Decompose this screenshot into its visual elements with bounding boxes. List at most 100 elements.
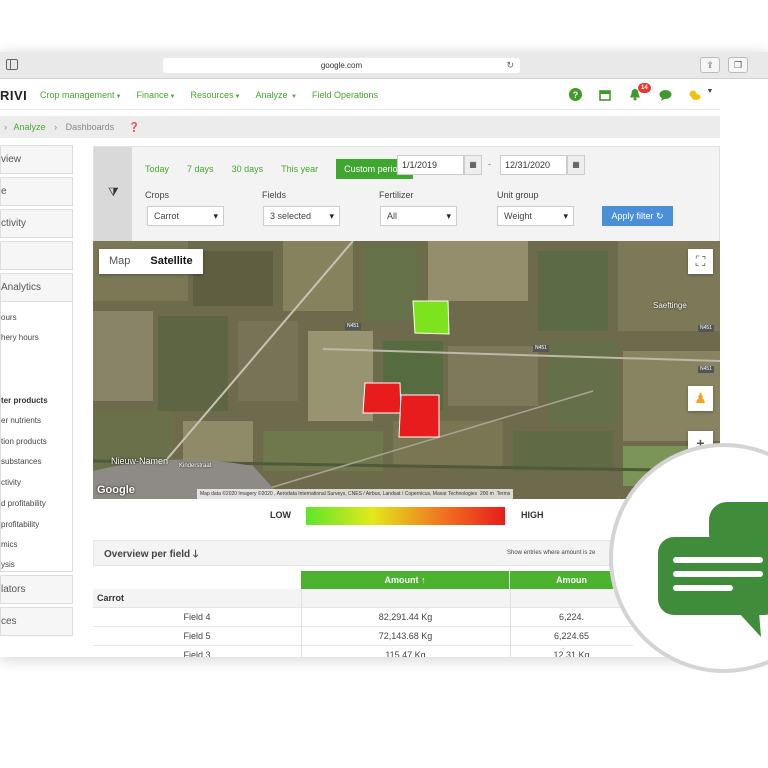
tabs-icon[interactable]: ❐ <box>728 57 748 73</box>
submenu-item[interactable]: ours <box>1 313 17 322</box>
screenshot-stage: google.com ↻ ⇪ ❐ RIVI Crop management▼ Fi… <box>0 0 768 768</box>
sidebar: view e ctivity Analytics ours hery hours… <box>0 145 73 639</box>
breadcrumb-sep-icon: › <box>54 122 58 132</box>
sidebar-toggle-icon[interactable] <box>6 59 18 70</box>
sidebar-item-e[interactable]: e <box>0 177 73 206</box>
help-icon[interactable]: ? <box>568 88 582 102</box>
submenu-item[interactable]: er nutrients <box>1 416 41 425</box>
road-label: N451 <box>698 325 714 332</box>
place-label: Nieuw-Namen <box>111 456 169 466</box>
brand-logo[interactable]: RIVI <box>0 88 27 103</box>
caret-down-icon: ▼ <box>291 94 297 100</box>
submenu-item[interactable]: mics <box>1 540 17 549</box>
submenu-item[interactable]: substances <box>1 457 41 466</box>
map-terms[interactable]: Terms <box>497 491 511 497</box>
overview-title[interactable]: Overview per field 🡓 <box>104 547 198 564</box>
caret-down-icon: ▼ <box>115 94 122 100</box>
submenu-heading: ter products <box>1 396 48 405</box>
fertilizer-label: Fertilizer <box>379 190 414 200</box>
submenu-item[interactable]: d profitability <box>1 499 46 508</box>
menu-crop-management[interactable]: Crop management▼ <box>40 90 122 100</box>
caret-down-icon: ▼ <box>234 94 241 100</box>
reload-icon[interactable]: ↻ <box>506 58 514 73</box>
sidebar-item-resources[interactable]: ces <box>0 607 73 636</box>
field-low-polygon <box>412 300 450 335</box>
crops-select[interactable]: Carrot <box>147 206 224 226</box>
date-30-days[interactable]: 30 days <box>232 164 264 174</box>
table-group-row: Carrot <box>93 589 633 608</box>
fields-label: Fields <box>262 190 287 200</box>
menu-resources[interactable]: Resources▼ <box>190 90 240 100</box>
field-high-polygon <box>398 394 440 438</box>
breadcrumb-analyze[interactable]: Analyze <box>14 122 46 132</box>
submenu-item[interactable]: profitability <box>1 520 39 529</box>
help-circle-icon[interactable]: ❓ <box>129 122 140 132</box>
submenu-item[interactable]: hery hours <box>1 333 39 342</box>
date-to-input[interactable]: 12/31/2020 <box>500 155 567 175</box>
map-tab-satellite[interactable]: Satellite <box>140 249 202 274</box>
map-tab-map[interactable]: Map <box>99 249 140 274</box>
chat-icon[interactable] <box>658 88 672 102</box>
sidebar-item-calculators[interactable]: lators <box>0 575 73 604</box>
date-today[interactable]: Today <box>145 164 169 174</box>
calendar-from-icon[interactable]: ▦ <box>464 155 482 175</box>
legend-gradient <box>306 507 505 525</box>
road-label: N451 <box>345 323 361 330</box>
date-this-year[interactable]: This year <box>281 164 318 174</box>
sidebar-item-overview[interactable]: view <box>0 145 73 174</box>
refresh-icon: ↻ <box>656 211 664 221</box>
calendar-icon[interactable] <box>598 88 612 102</box>
url-text: google.com <box>320 61 363 70</box>
fertilizer-select[interactable]: All <box>380 206 457 226</box>
quick-dates: Today 7 days 30 days This year Custom pe… <box>145 159 414 179</box>
address-bar[interactable]: google.com ↻ <box>163 58 520 73</box>
google-logo: Google <box>97 484 135 496</box>
color-legend: LOW HIGH <box>262 507 562 525</box>
browser-toolbar: google.com ↻ ⇪ ❐ <box>0 52 768 79</box>
overview-header: Overview per field 🡓 Show entries where … <box>93 540 633 566</box>
submenu-item[interactable]: tion products <box>1 437 47 446</box>
share-icon[interactable]: ⇪ <box>700 57 720 73</box>
submenu-item[interactable]: ctivity <box>1 478 21 487</box>
unit-group-select[interactable]: Weight <box>497 206 574 226</box>
table-row: Field 4 82,291.44 Kg 6,224. <box>93 608 633 627</box>
calendar-to-icon[interactable]: ▦ <box>567 155 585 175</box>
caret-down-icon: ▼ <box>169 94 176 100</box>
chevron-down-icon[interactable]: ▼ <box>703 88 717 102</box>
unit-group-label: Unit group <box>497 190 539 200</box>
date-7-days[interactable]: 7 days <box>187 164 214 174</box>
filter-clear-icon[interactable]: ⧩ <box>108 185 119 200</box>
column-divider <box>510 589 511 657</box>
breadcrumb-sep-icon: › <box>4 122 7 132</box>
fields-select[interactable]: 3 selected <box>263 206 340 226</box>
pegman-icon[interactable]: ♟ <box>688 386 713 411</box>
svg-text:?: ? <box>572 90 578 100</box>
apply-filter-button[interactable]: Apply filter ↻ <box>602 206 673 226</box>
menu-analyze[interactable]: Analyze ▼ <box>255 90 297 100</box>
column-divider <box>301 589 302 657</box>
date-separator: - <box>488 159 491 169</box>
show-entries-toggle[interactable]: Show entries where amount is ze <box>507 550 595 556</box>
table-row: Field 5 72,143.68 Kg 6,224.65 <box>93 627 633 646</box>
sidebar-item-activity[interactable]: ctivity <box>0 209 73 238</box>
map-scale: 200 m <box>479 491 494 497</box>
field-high-polygon <box>362 382 402 414</box>
submenu-item[interactable]: ysis <box>1 560 15 569</box>
column-header-amount[interactable]: Amount ↑ <box>301 571 509 589</box>
road-label: N451 <box>698 366 714 373</box>
crops-label: Crops <box>145 190 170 200</box>
app-navbar: RIVI Crop management▼ Finance▼ Resources… <box>0 80 720 110</box>
place-label: Kinderstraat <box>179 463 212 469</box>
map-attribution[interactable]: Map data ©2020 Imagery ©2020 , Aerodata … <box>197 489 514 499</box>
date-from-input[interactable]: 1/1/2019 <box>397 155 464 175</box>
weather-icon[interactable] <box>688 88 702 102</box>
chat-bubble-overlay[interactable] <box>609 443 768 673</box>
sidebar-item-blank[interactable] <box>0 241 73 270</box>
sidebar-item-analytics[interactable]: Analytics <box>0 273 73 302</box>
fullscreen-icon[interactable]: ⛶ <box>688 249 713 274</box>
main-menu: Crop management▼ Finance▼ Resources▼ Ana… <box>40 90 378 100</box>
map-type-control: Map Satellite <box>99 249 203 274</box>
menu-field-operations[interactable]: Field Operations <box>312 90 378 100</box>
place-label: Saeftinge <box>653 301 687 310</box>
menu-finance[interactable]: Finance▼ <box>137 90 176 100</box>
